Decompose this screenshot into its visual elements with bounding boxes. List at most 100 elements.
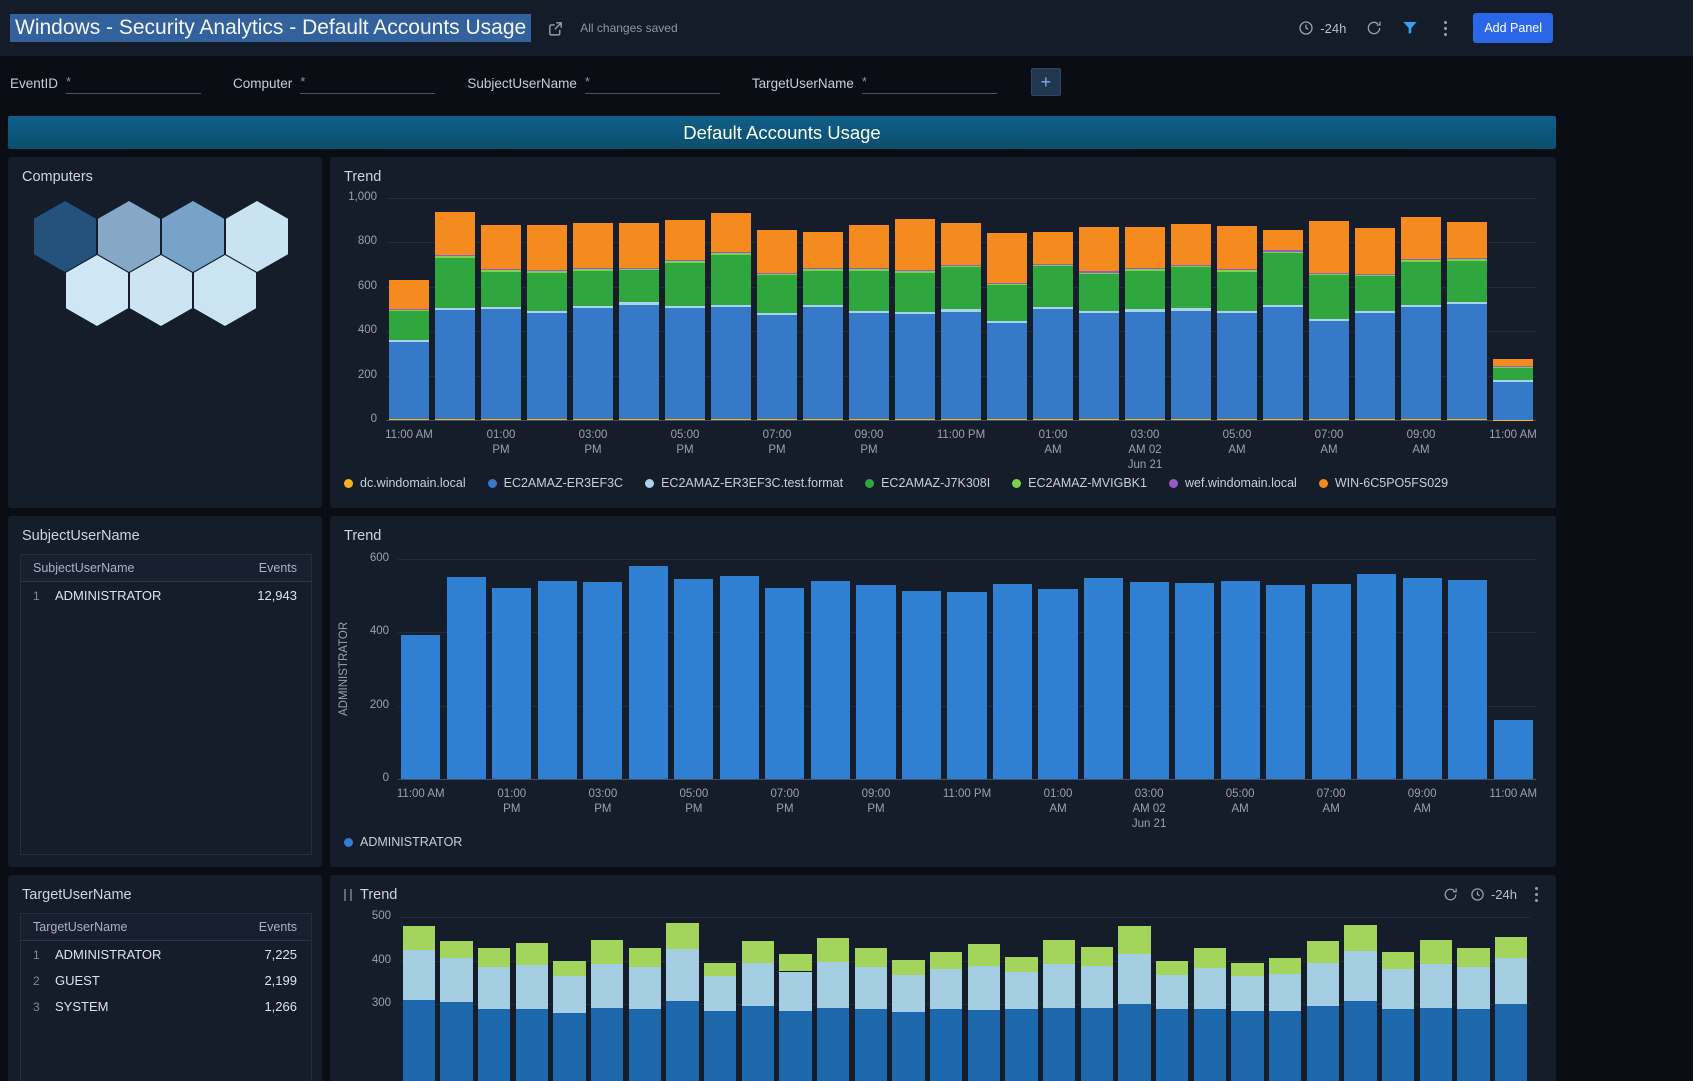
chart-bar-segment[interactable] bbox=[665, 308, 705, 419]
chart-bar-segment[interactable] bbox=[1401, 260, 1441, 261]
chart-bar-segment[interactable] bbox=[481, 419, 521, 420]
chart-bar-segment[interactable] bbox=[987, 419, 1027, 420]
chart-bar-segment[interactable] bbox=[516, 943, 548, 965]
chart-bar-segment[interactable] bbox=[1171, 267, 1211, 308]
chart-bar-segment[interactable] bbox=[435, 308, 475, 311]
chart-bar-segment[interactable] bbox=[619, 270, 659, 302]
chart-bar-segment[interactable] bbox=[1447, 259, 1487, 260]
chart-bar-segment[interactable] bbox=[968, 944, 1000, 966]
chart-bar-segment[interactable] bbox=[1156, 1009, 1188, 1081]
chart-bar-segment[interactable] bbox=[665, 260, 705, 261]
chart-bar-segment[interactable] bbox=[1043, 964, 1075, 1008]
chart-bar-segment[interactable] bbox=[629, 967, 661, 1008]
chart-bar-segment[interactable] bbox=[1448, 580, 1487, 779]
chart-bar-segment[interactable] bbox=[1355, 313, 1395, 420]
chart-bar-segment[interactable] bbox=[1171, 419, 1211, 420]
chart-bar-segment[interactable] bbox=[711, 253, 751, 255]
chart-bar-segment[interactable] bbox=[1263, 250, 1303, 251]
chart-bar-segment[interactable] bbox=[573, 223, 613, 269]
refresh-icon[interactable] bbox=[1443, 887, 1458, 902]
drag-handle-icon[interactable] bbox=[344, 889, 352, 901]
chart-bar-segment[interactable] bbox=[1125, 268, 1165, 269]
chart-bar-segment[interactable] bbox=[779, 972, 811, 1011]
chart-bar-segment[interactable] bbox=[849, 419, 889, 420]
chart-bar-segment[interactable] bbox=[1217, 270, 1257, 271]
chart-bar-segment[interactable] bbox=[895, 271, 935, 272]
chart-bar-segment[interactable] bbox=[1401, 217, 1441, 259]
legend-item[interactable]: ADMINISTRATOR bbox=[344, 835, 462, 849]
chart-bar-segment[interactable] bbox=[1355, 419, 1395, 420]
chart-bar-segment[interactable] bbox=[947, 592, 986, 779]
time-range-control[interactable]: -24h bbox=[1298, 20, 1346, 36]
subjectusername-input[interactable] bbox=[594, 74, 720, 89]
chart-bar-segment[interactable] bbox=[591, 1008, 623, 1081]
share-icon[interactable] bbox=[547, 20, 564, 37]
chart-bar-segment[interactable] bbox=[1171, 266, 1211, 267]
chart-bar-segment[interactable] bbox=[527, 225, 567, 271]
chart-bar-segment[interactable] bbox=[573, 268, 613, 269]
chart-bar-segment[interactable] bbox=[1493, 368, 1533, 380]
chart-bar-segment[interactable] bbox=[1079, 311, 1119, 313]
chart-bar-segment[interactable] bbox=[1079, 273, 1119, 274]
chart-bar-segment[interactable] bbox=[591, 964, 623, 1008]
chart-bar-segment[interactable] bbox=[1457, 948, 1489, 968]
table-row[interactable]: 3SYSTEM1,266 bbox=[21, 993, 311, 1019]
chart-bar-segment[interactable] bbox=[1309, 221, 1349, 273]
chart-bar-segment[interactable] bbox=[895, 219, 935, 270]
chart-bar-segment[interactable] bbox=[1084, 578, 1123, 779]
chart-bar-segment[interactable] bbox=[527, 273, 567, 311]
legend-item[interactable]: EC2AMAZ-ER3EF3C.test.format bbox=[645, 476, 843, 490]
chart-bar-segment[interactable] bbox=[1171, 224, 1211, 265]
chart-bar-segment[interactable] bbox=[1307, 1006, 1339, 1081]
chart-bar-segment[interactable] bbox=[403, 926, 435, 950]
chart-bar-segment[interactable] bbox=[968, 1010, 1000, 1081]
chart-bar-segment[interactable] bbox=[666, 923, 698, 949]
chart-bar-segment[interactable] bbox=[1493, 380, 1533, 382]
chart-bar-segment[interactable] bbox=[1447, 302, 1487, 304]
chart-bar-segment[interactable] bbox=[553, 976, 585, 1013]
chart-bar-segment[interactable] bbox=[902, 591, 941, 779]
chart-bar-segment[interactable] bbox=[553, 1013, 585, 1081]
chart-bar-segment[interactable] bbox=[1355, 276, 1395, 310]
legend-item[interactable]: EC2AMAZ-MVIGBK1 bbox=[1012, 476, 1147, 490]
chart-bar-segment[interactable] bbox=[1357, 574, 1396, 779]
kebab-icon[interactable] bbox=[1438, 19, 1453, 38]
chart-bar-segment[interactable] bbox=[817, 1008, 849, 1081]
chart-bar-segment[interactable] bbox=[1493, 382, 1533, 420]
chart-bar-segment[interactable] bbox=[553, 961, 585, 976]
chart-bar-segment[interactable] bbox=[403, 950, 435, 1000]
chart-bar-segment[interactable] bbox=[1401, 259, 1441, 260]
filter-icon[interactable] bbox=[1402, 20, 1418, 36]
chart-bar-segment[interactable] bbox=[389, 311, 429, 340]
chart-bar-segment[interactable] bbox=[1079, 271, 1119, 272]
chart-bar-segment[interactable] bbox=[711, 255, 751, 305]
chart-bar-segment[interactable] bbox=[1033, 307, 1073, 309]
chart-bar-segment[interactable] bbox=[516, 965, 548, 1009]
chart-bar-segment[interactable] bbox=[849, 271, 889, 311]
eventid-input[interactable] bbox=[75, 74, 201, 89]
chart-bar-segment[interactable] bbox=[1263, 305, 1303, 307]
chart-bar-segment[interactable] bbox=[711, 213, 751, 252]
chart-bar-segment[interactable] bbox=[930, 952, 962, 969]
chart-bar-segment[interactable] bbox=[892, 960, 924, 975]
chart-bar-segment[interactable] bbox=[930, 1009, 962, 1081]
chart-bar-segment[interactable] bbox=[1175, 583, 1214, 779]
chart-bar-segment[interactable] bbox=[855, 1009, 887, 1081]
chart-bar-segment[interactable] bbox=[941, 223, 981, 265]
chart-bar-segment[interactable] bbox=[803, 271, 843, 305]
chart-bar-segment[interactable] bbox=[674, 579, 713, 779]
chart-bar-segment[interactable] bbox=[492, 588, 531, 779]
chart-bar-segment[interactable] bbox=[987, 284, 1027, 285]
refresh-icon[interactable] bbox=[1366, 20, 1382, 36]
chart-bar-segment[interactable] bbox=[1457, 1009, 1489, 1081]
chart-bar-segment[interactable] bbox=[629, 566, 668, 779]
chart-bar-segment[interactable] bbox=[1033, 419, 1073, 420]
chart-bar-segment[interactable] bbox=[987, 323, 1027, 420]
chart-bar-segment[interactable] bbox=[987, 283, 1027, 284]
chart-bar-segment[interactable] bbox=[1344, 1001, 1376, 1081]
table-row[interactable]: 2GUEST2,199 bbox=[21, 967, 311, 993]
chart-bar-segment[interactable] bbox=[481, 225, 521, 269]
chart-bar-segment[interactable] bbox=[779, 954, 811, 971]
chart-bar-segment[interactable] bbox=[856, 585, 895, 779]
chart-bar-segment[interactable] bbox=[629, 948, 661, 968]
